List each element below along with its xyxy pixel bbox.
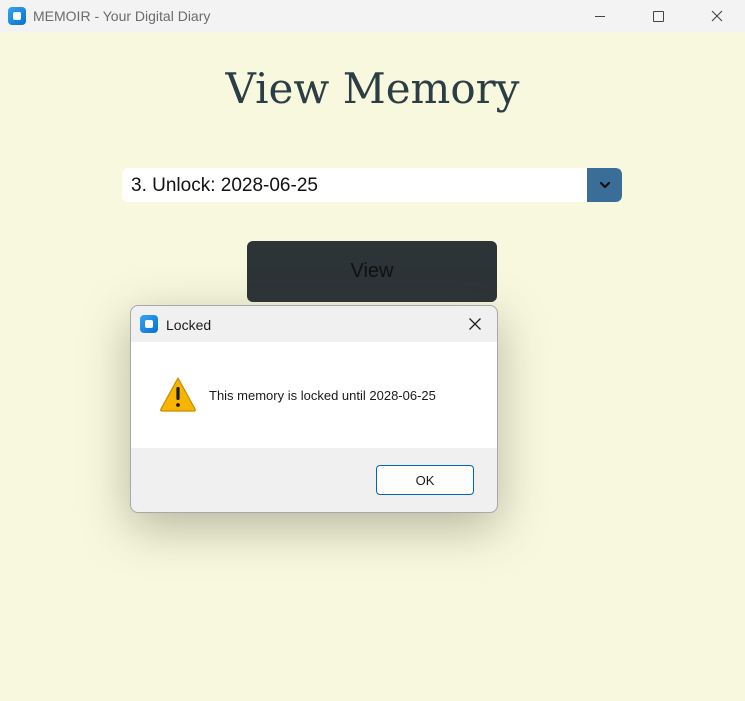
memory-select-value: 3. Unlock: 2028-06-25 [131,175,318,196]
app-icon [8,7,26,25]
maximize-icon [652,10,664,22]
dialog-message: This memory is locked until 2028-06-25 [209,388,436,403]
maximize-button[interactable] [635,0,681,32]
close-icon [711,10,723,22]
minimize-button[interactable] [577,0,623,32]
memory-select[interactable]: 3. Unlock: 2028-06-25 [122,168,622,202]
locked-dialog: Locked This memory is locked until 2028-… [130,305,498,513]
minimize-icon [595,15,605,17]
close-icon [469,318,481,330]
dialog-body: This memory is locked until 2028-06-25 [131,342,497,448]
dialog-close-button[interactable] [463,313,487,335]
page-title: View Memory [225,64,520,113]
dialog-titlebar: Locked [131,306,497,342]
view-button-label: View [350,260,394,282]
dialog-title: Locked [166,317,212,333]
window-title: MEMOIR - Your Digital Diary [33,8,211,24]
window-titlebar: MEMOIR - Your Digital Diary [0,0,745,32]
ok-button[interactable]: OK [376,465,474,495]
close-button[interactable] [694,0,740,32]
app-icon [140,315,158,333]
warning-icon [160,377,196,412]
view-button[interactable]: View [247,241,497,302]
chevron-down-icon [599,181,610,189]
memory-select-dropdown-button[interactable] [587,168,622,202]
